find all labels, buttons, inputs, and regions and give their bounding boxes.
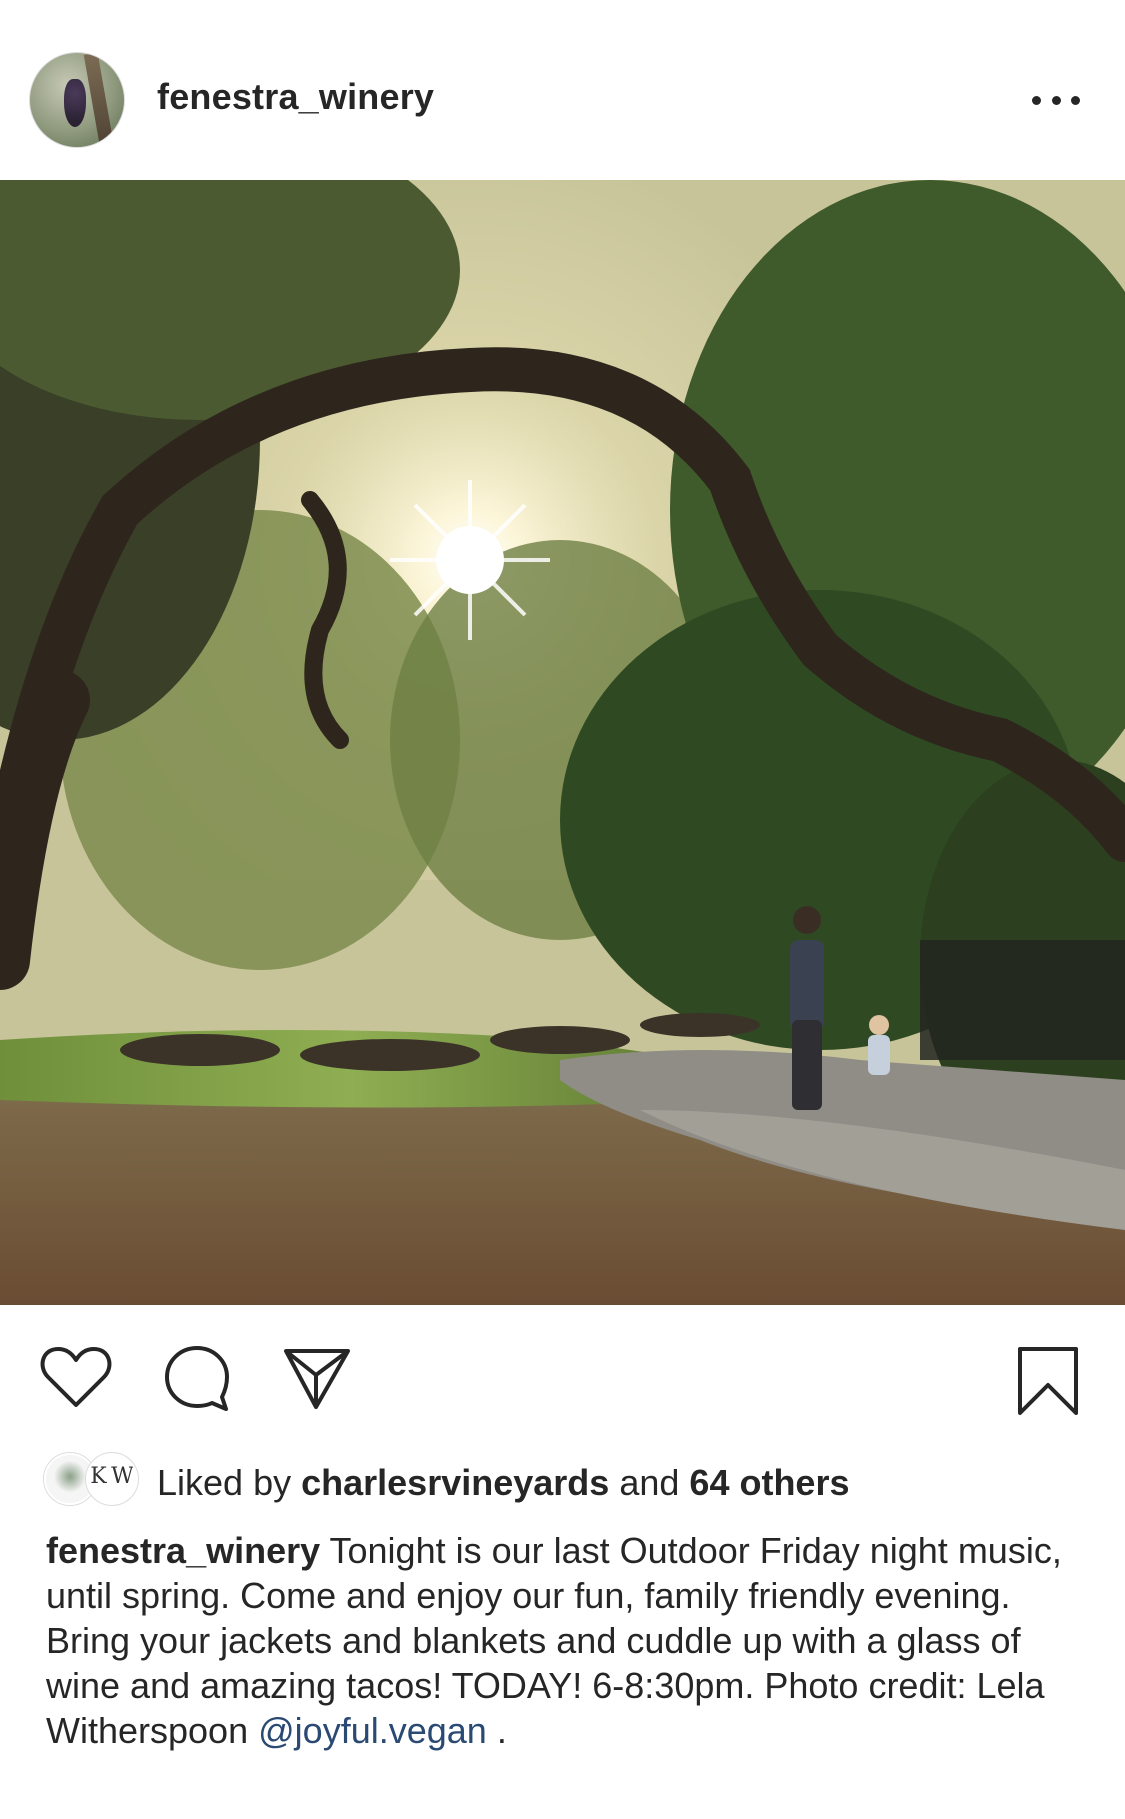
- likes-others-link[interactable]: 64 others: [689, 1462, 849, 1503]
- caption-username[interactable]: fenestra_winery: [46, 1530, 320, 1571]
- avatar-trunk-graphic: [83, 53, 115, 147]
- likes-prefix: Liked by: [157, 1462, 292, 1503]
- caption-trailing: .: [496, 1710, 507, 1751]
- caption-mention-link[interactable]: @joyful.vegan: [258, 1710, 487, 1751]
- send-icon[interactable]: [282, 1345, 352, 1416]
- comment-icon[interactable]: [162, 1343, 232, 1418]
- post-username[interactable]: fenestra_winery: [157, 76, 434, 118]
- heart-icon[interactable]: [40, 1345, 112, 1414]
- liker-username[interactable]: charlesrvineyards: [301, 1462, 609, 1503]
- likes-text: Liked by charlesrvineyards and 64 others: [157, 1462, 850, 1504]
- post-photo[interactable]: [0, 180, 1125, 1305]
- avatar-grape-graphic: [64, 79, 86, 127]
- more-dot: [1032, 95, 1041, 105]
- bookmark-icon[interactable]: [1016, 1345, 1080, 1422]
- more-options-icon[interactable]: [1032, 88, 1080, 112]
- likes-connector: and: [619, 1462, 680, 1503]
- likes-summary[interactable]: K W Liked by charlesrvineyards and 64 ot…: [0, 1445, 1125, 1515]
- post-action-bar: [0, 1305, 1125, 1445]
- liker-avatar-monogram: K W: [90, 1464, 134, 1489]
- more-dot: [1071, 95, 1080, 105]
- liker-avatar-kw[interactable]: K W: [86, 1453, 138, 1505]
- profile-avatar[interactable]: [29, 52, 125, 148]
- more-dot: [1051, 95, 1061, 105]
- post-caption: fenestra_winery Tonight is our last Outd…: [46, 1528, 1096, 1753]
- photo-scene: [0, 180, 1125, 1305]
- post-header: fenestra_winery: [0, 0, 1125, 180]
